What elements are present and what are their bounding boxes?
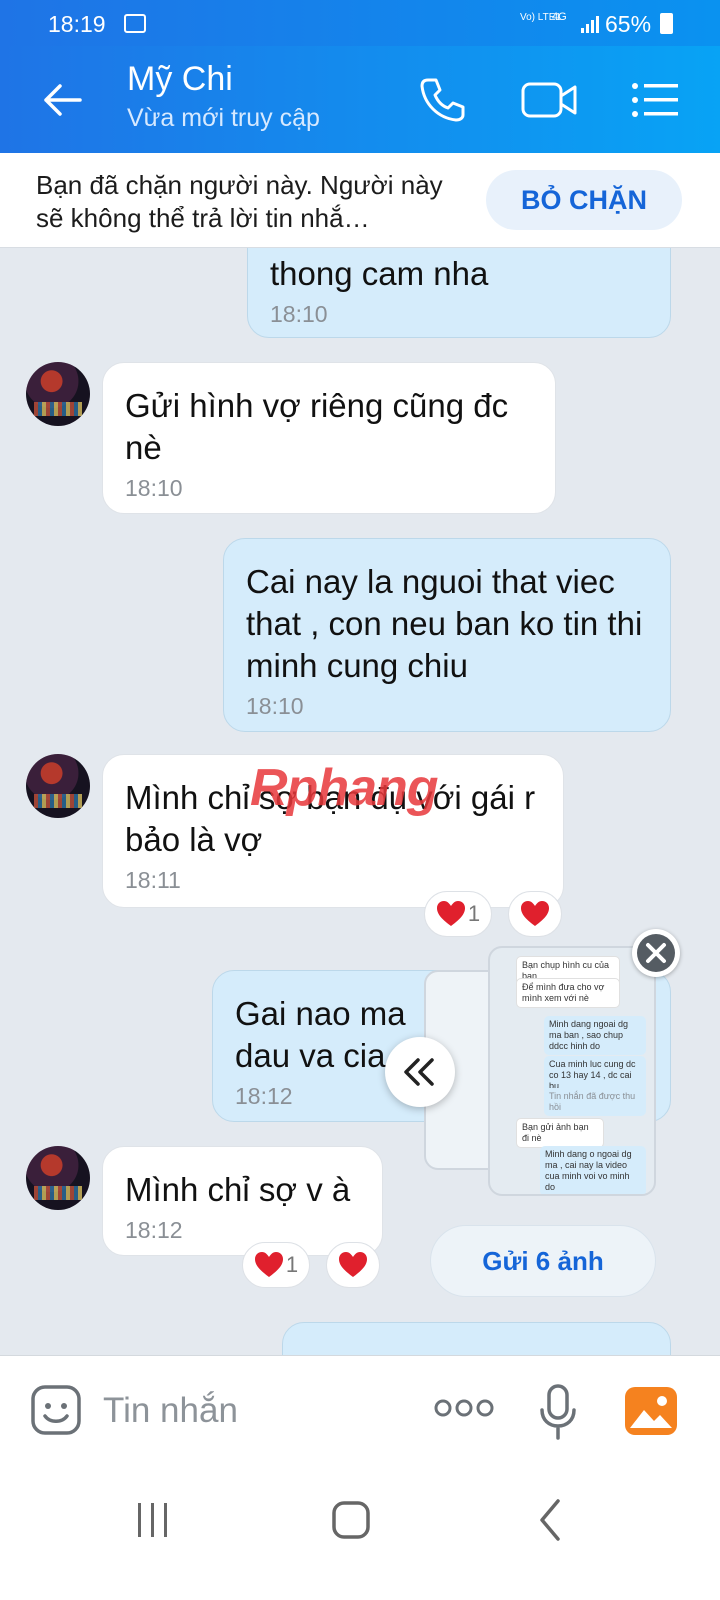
- message-time: 18:10: [246, 693, 304, 719]
- message-time: 18:10: [125, 475, 183, 501]
- react-heart-button[interactable]: [326, 1242, 380, 1288]
- message-bubble-out[interactable]: Cai nay la nguoi that viec that , con ne…: [223, 538, 671, 732]
- avatar[interactable]: [26, 362, 90, 426]
- contact-name[interactable]: Mỹ Chi: [127, 60, 233, 99]
- message-bubble-in[interactable]: Mình chỉ sợ v à 18:12: [102, 1146, 383, 1256]
- status-time: 18:19: [48, 11, 106, 37]
- avatar[interactable]: [26, 754, 90, 818]
- send-photos-button[interactable]: Gửi 6 ảnh: [430, 1225, 656, 1297]
- contact-status: Vừa mới truy cập: [127, 104, 320, 132]
- reaction-count: 1: [285, 1252, 299, 1277]
- watermark-logo: Rphang: [250, 759, 439, 817]
- react-heart-button[interactable]: [508, 891, 562, 937]
- status-bar: 18:19 Vo) LTE1 4G 65%: [0, 0, 720, 46]
- heart-icon: [254, 1252, 283, 1277]
- menu-icon[interactable]: [630, 74, 682, 126]
- message-text: Cai nay la nguoi that viec that , con ne…: [246, 563, 643, 684]
- close-icon: [637, 934, 675, 972]
- message-text: thong cam nha: [270, 255, 489, 292]
- back-arrow-icon[interactable]: [40, 78, 84, 122]
- reaction-summary[interactable]: 1: [424, 891, 492, 937]
- nav-back-icon[interactable]: [526, 1495, 576, 1545]
- reaction-count: 1: [467, 901, 481, 926]
- message-text: Gửi hình vợ riêng cũng đc nè: [125, 387, 509, 466]
- preview-message: Minh dang o ngoai dg ma , cai nay la vid…: [540, 1146, 646, 1194]
- close-preview-button[interactable]: [632, 929, 680, 977]
- battery-percent: 65%: [605, 11, 652, 37]
- preview-message: Minh dang ngoai dg ma ban , sao chup ddc…: [544, 1016, 646, 1055]
- message-time: 18:10: [270, 301, 328, 327]
- chat-header: Mỹ Chi Vừa mới truy cập: [0, 46, 720, 153]
- unblock-button[interactable]: BỎ CHẶN: [486, 170, 682, 230]
- system-nav-bar: [0, 1465, 720, 1600]
- preview-message: Bạn gửi ảnh bạn đi nè: [516, 1118, 604, 1148]
- message-composer: Tin nhắn: [0, 1355, 720, 1465]
- signal-icon: [581, 16, 599, 33]
- message-text: Mình chỉ sợ v à: [125, 1171, 351, 1208]
- network-type: 4G: [552, 11, 567, 23]
- sticker-icon[interactable]: [30, 1384, 82, 1436]
- recent-apps-icon[interactable]: [128, 1495, 178, 1545]
- avatar[interactable]: [26, 1146, 90, 1210]
- message-bubble-in[interactable]: Gửi hình vợ riêng cũng đc nè 18:10: [102, 362, 556, 514]
- more-options-icon[interactable]: [434, 1396, 494, 1420]
- blocked-notice: Bạn đã chặn người này. Người này sẽ khôn…: [0, 153, 720, 248]
- heart-icon: [436, 901, 465, 926]
- preview-message: Để mình đưa cho vợ mình xem với nè: [516, 978, 620, 1008]
- phone-icon[interactable]: [416, 74, 468, 126]
- preview-message: Tin nhắn đã được thu hồi: [544, 1088, 646, 1116]
- message-bubble-out[interactable]: thong cam nha 18:10: [247, 248, 671, 338]
- reaction-summary[interactable]: 1: [242, 1242, 310, 1288]
- collapse-preview-button[interactable]: [385, 1037, 455, 1107]
- message-input[interactable]: Tin nhắn: [103, 1391, 238, 1431]
- screenshot-preview[interactable]: Bạn chụp hình cu của bạn Để mình đưa cho…: [488, 946, 656, 1196]
- video-call-icon[interactable]: [520, 74, 578, 126]
- gallery-notification-icon: [124, 14, 146, 33]
- double-chevron-left-icon: [404, 1058, 434, 1086]
- gallery-icon[interactable]: [624, 1386, 678, 1436]
- message-time: 18:12: [125, 1217, 183, 1243]
- battery-icon: [660, 13, 673, 34]
- blocked-message: Bạn đã chặn người này. Người này sẽ khôn…: [36, 170, 443, 233]
- heart-icon: [339, 1252, 367, 1277]
- home-icon[interactable]: [326, 1495, 376, 1545]
- message-time: 18:11: [125, 867, 181, 893]
- heart-icon: [521, 901, 549, 926]
- microphone-icon[interactable]: [538, 1384, 578, 1440]
